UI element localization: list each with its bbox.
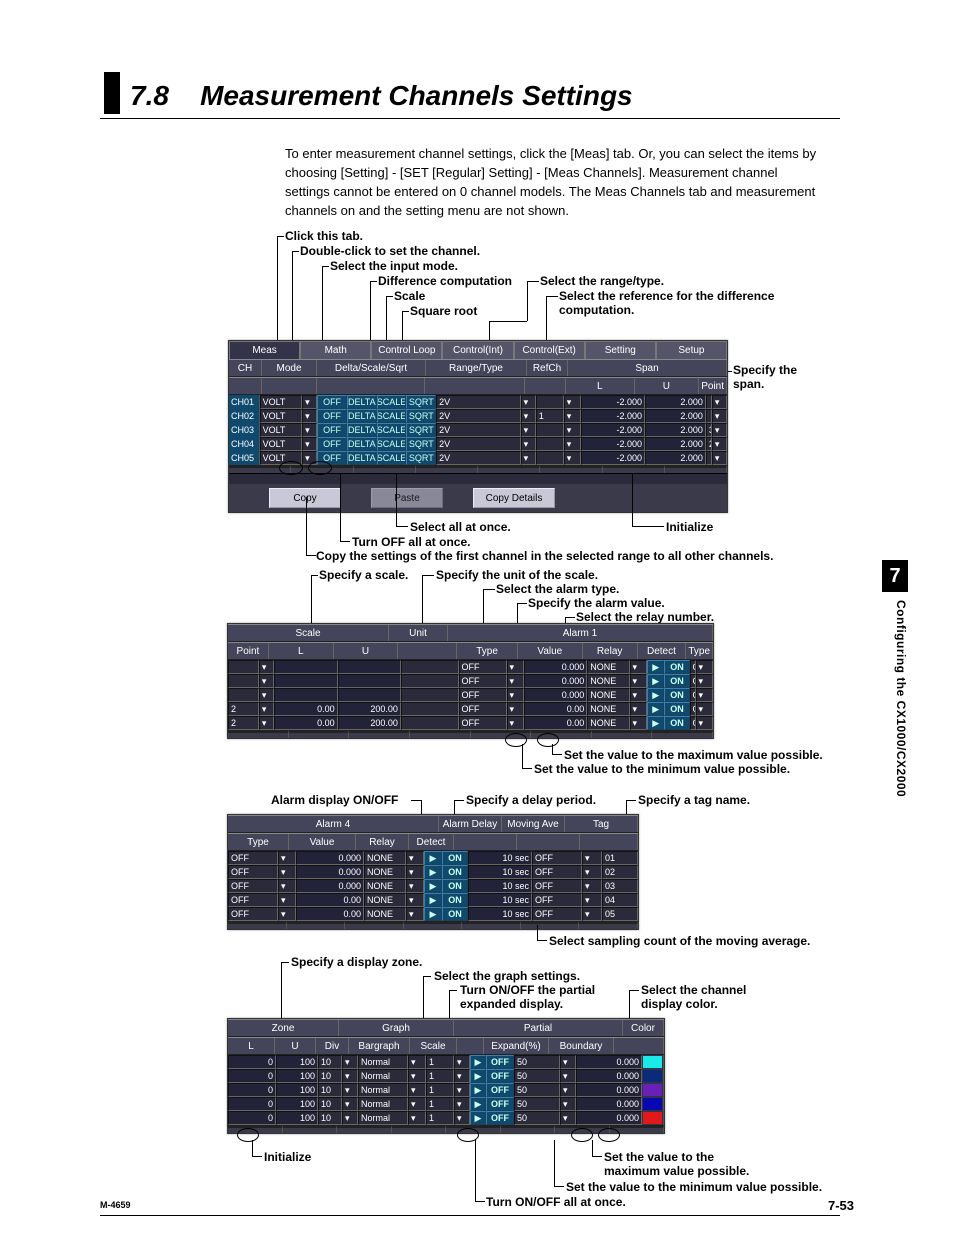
callout-turn-off-all: Turn OFF all at once. — [352, 535, 470, 549]
chapter-badge: 7 — [882, 560, 908, 592]
tab-math[interactable]: Math — [300, 341, 371, 359]
callout-tag-name: Specify a tag name. — [638, 793, 750, 807]
table-row[interactable]: ▾OFF▾0.000NONE▾▶ONOFF▾ — [228, 674, 713, 688]
callout-diff-comp: Difference computation — [378, 274, 512, 288]
callout-relay-number: Select the relay number. — [576, 610, 714, 624]
callout-input-mode: Select the input mode. — [330, 259, 458, 273]
intro-paragraph: To enter measurement channel settings, c… — [285, 145, 825, 220]
table-row[interactable]: 010010▾Normal▾1▾▶OFF50▾0.000 — [228, 1111, 664, 1125]
screenshot-3: Alarm 4 Alarm Delay Moving Ave Tag Type … — [227, 814, 639, 930]
callout-set-min2: Set the value to the minimum value possi… — [566, 1180, 822, 1194]
footer-page: 7-53 — [828, 1198, 854, 1213]
table-row[interactable]: CH01VOLT▾OFFDELTASCALESQRT2V▾▾-2.0002.00… — [229, 395, 727, 409]
table-row[interactable]: CH05VOLT▾OFFDELTASCALESQRT2V▾▾-2.0002.00… — [229, 451, 727, 465]
callout-onoff-all: Turn ON/OFF all at once. — [486, 1195, 626, 1209]
table-row[interactable]: ▾OFF▾0.000NONE▾▶ONOFF▾ — [228, 688, 713, 702]
tab-setup[interactable]: Setup — [656, 341, 727, 359]
table-row[interactable]: OFF▾0.000NONE▾▶ON10 secOFF▾01 — [228, 851, 638, 865]
table-row[interactable]: OFF▾0.000NONE▾▶ON10 secOFF▾03 — [228, 879, 638, 893]
callout-set-min: Set the value to the minimum value possi… — [534, 762, 790, 776]
callout-partial-onoff: Turn ON/OFF the partial expanded display… — [460, 983, 620, 1011]
callout-ref-diff: Select the reference for the difference … — [559, 289, 804, 317]
screenshot-4: Zone Graph Partial Color L U Div Bargrap… — [227, 1018, 665, 1134]
table-row[interactable]: OFF▾0.00NONE▾▶ON10 secOFF▾04 — [228, 893, 638, 907]
callout-click-tab: Click this tab. — [285, 229, 363, 243]
chapter-label: Configuring the CX1000/CX2000 — [894, 600, 908, 797]
screenshot-2: Scale Unit Alarm 1 Point L U Type Value … — [227, 623, 714, 739]
callout-alarm-type: Select the alarm type. — [496, 582, 619, 596]
callout-initialize2: Initialize — [264, 1150, 311, 1164]
table-row[interactable]: ▾OFF▾0.000NONE▾▶ONOFF▾ — [228, 660, 713, 674]
callout-set-max: Set the value to the maximum value possi… — [564, 748, 823, 762]
table-row[interactable]: OFF▾0.00NONE▾▶ON10 secOFF▾05 — [228, 907, 638, 921]
section-number: 7.8 — [130, 80, 169, 111]
copy-button[interactable]: Copy — [269, 488, 341, 508]
callout-sqrt: Square root — [410, 304, 477, 318]
table-row[interactable]: 2▾0.00200.00OFF▾0.00NONE▾▶ONOFF▾ — [228, 702, 713, 716]
footer-doc-id: M-4659 — [100, 1200, 131, 1210]
table-row[interactable]: 010010▾Normal▾1▾▶OFF50▾0.000 — [228, 1097, 664, 1111]
section-title: Measurement Channels Settings — [200, 80, 633, 111]
callout-specify-scale: Specify a scale. — [319, 568, 408, 582]
tab-setting[interactable]: Setting — [585, 341, 656, 359]
screenshot-1: MeasMathControl LoopControl(Int)Control(… — [228, 340, 728, 513]
callout-double-click: Double-click to set the channel. — [300, 244, 480, 258]
table-row[interactable]: CH03VOLT▾OFFDELTASCALESQRT2V▾▾-2.0002.00… — [229, 423, 727, 437]
table-row[interactable]: CH02VOLT▾OFFDELTASCALESQRT2V▾1▾-2.0002.0… — [229, 409, 727, 423]
callout-display-zone: Specify a display zone. — [291, 955, 422, 969]
callout-alarm-value: Specify the alarm value. — [528, 596, 665, 610]
callout-copy-first: Copy the settings of the first channel i… — [316, 549, 836, 563]
callout-initialize: Initialize — [666, 520, 713, 534]
callout-alarm-display: Alarm display ON/OFF — [271, 793, 398, 807]
copy-details-button[interactable]: Copy Details — [473, 488, 555, 508]
tab-control-ext-[interactable]: Control(Ext) — [514, 341, 585, 359]
table-row[interactable]: 2▾0.00200.00OFF▾0.00NONE▾▶ONOFF▾ — [228, 716, 713, 730]
callout-set-max2: Set the value to the maximum value possi… — [604, 1150, 764, 1178]
callout-specify-unit: Specify the unit of the scale. — [436, 568, 598, 582]
callout-moving-avg: Select sampling count of the moving aver… — [549, 934, 810, 948]
table-row[interactable]: 010010▾Normal▾1▾▶OFF50▾0.000 — [228, 1069, 664, 1083]
callout-range-type: Select the range/type. — [540, 274, 664, 288]
table-row[interactable]: CH04VOLT▾OFFDELTASCALESQRT2V▾▾-2.0002.00… — [229, 437, 727, 451]
callout-graph-settings: Select the graph settings. — [434, 969, 580, 983]
callout-channel-color: Select the channel display color. — [641, 983, 771, 1011]
callout-specify-span: Specify the span. — [733, 363, 823, 391]
callout-select-all: Select all at once. — [410, 520, 511, 534]
tab-meas[interactable]: Meas — [229, 341, 300, 359]
table-row[interactable]: 010010▾Normal▾1▾▶OFF50▾0.000 — [228, 1055, 664, 1069]
paste-button[interactable]: Paste — [371, 488, 443, 508]
callout-scale: Scale — [394, 289, 425, 303]
tab-control-loop[interactable]: Control Loop — [371, 341, 442, 359]
tab-control-int-[interactable]: Control(Int) — [442, 341, 513, 359]
table-row[interactable]: 010010▾Normal▾1▾▶OFF50▾0.000 — [228, 1083, 664, 1097]
table-row[interactable]: OFF▾0.000NONE▾▶ON10 secOFF▾02 — [228, 865, 638, 879]
callout-delay-period: Specify a delay period. — [466, 793, 596, 807]
